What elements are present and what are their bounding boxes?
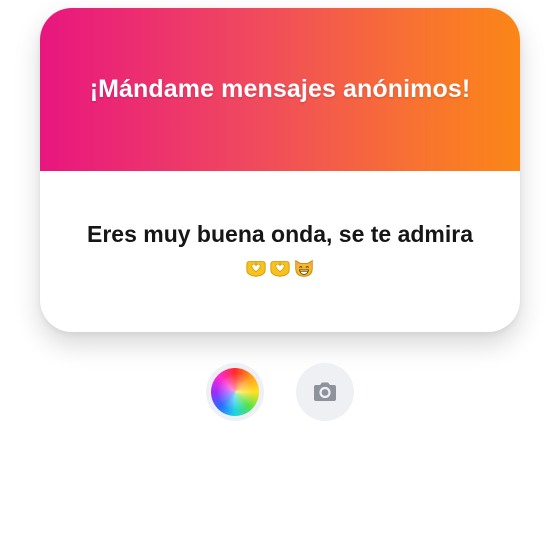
card-header: ¡Mándame mensajes anónimos!	[40, 8, 520, 171]
card-body: Eres muy buena onda, se te admira	[40, 171, 520, 332]
message-text: Eres muy buena onda, se te admira	[86, 221, 474, 247]
card-title: ¡Mándame mensajes anónimos!	[89, 75, 471, 103]
color-wheel-icon	[211, 368, 259, 416]
camera-button[interactable]	[296, 363, 354, 421]
controls-row	[0, 363, 560, 423]
heart-hands-emoji	[245, 257, 267, 279]
color-picker-button[interactable]	[206, 363, 264, 421]
emoji-row	[245, 256, 315, 280]
camera-icon	[310, 377, 340, 407]
heart-hands-emoji	[269, 257, 291, 279]
message-card: ¡Mándame mensajes anónimos! Eres muy bue…	[40, 8, 520, 332]
grinning-cat-emoji	[293, 257, 315, 279]
screen: ¡Mándame mensajes anónimos! Eres muy bue…	[0, 0, 560, 560]
